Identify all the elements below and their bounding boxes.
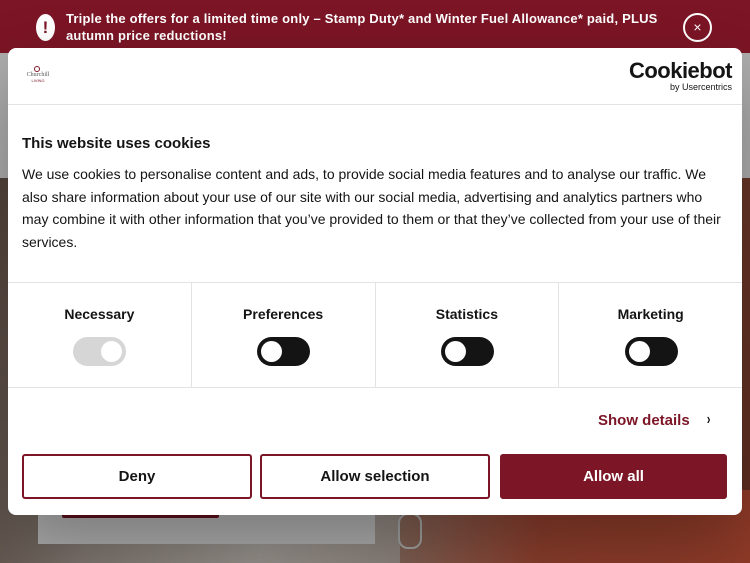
dialog-title: This website uses cookies [22, 135, 211, 152]
necessary-toggle [73, 337, 127, 366]
alert-icon: ! [36, 14, 55, 41]
marketing-toggle[interactable] [624, 337, 678, 366]
category-label: Necessary [64, 306, 135, 322]
category-label: Statistics [435, 306, 498, 322]
cookiebot-logo[interactable]: Cookiebot by Usercentrics [622, 58, 733, 94]
toggle-knob [628, 341, 650, 362]
cookie-consent-dialog: Churchill LIVING Cookiebot by Usercentri… [8, 48, 742, 515]
show-details-link[interactable]: Show details › [598, 408, 711, 432]
promo-banner: ! Triple the offers for a limited time o… [0, 0, 750, 53]
category-marketing: Marketing [559, 283, 742, 387]
logo-subtitle: LIVING [31, 78, 45, 83]
category-necessary: Necessary [8, 283, 192, 387]
close-icon[interactable]: × [683, 13, 712, 42]
dialog-header: Churchill LIVING Cookiebot by Usercentri… [8, 48, 742, 105]
category-label: Marketing [617, 306, 684, 322]
preferences-toggle[interactable] [257, 337, 311, 366]
cookiebot-subtitle: by Usercentrics [669, 82, 732, 92]
statistics-toggle[interactable] [440, 337, 494, 366]
deny-button[interactable]: Deny [22, 454, 252, 499]
cookiebot-title: Cookiebot [628, 58, 733, 83]
promo-text: Triple the offers for a limited time onl… [66, 11, 658, 43]
dialog-body: We use cookies to personalise content an… [22, 166, 721, 250]
cookie-categories: Necessary Preferences Statistics Marketi… [8, 282, 742, 388]
churchill-logo: Churchill LIVING [24, 66, 52, 88]
category-statistics: Statistics [376, 283, 560, 387]
toggle-knob [261, 341, 283, 362]
show-details-label: Show details [598, 411, 690, 429]
toggle-knob [444, 341, 466, 362]
chevron-right-icon: › [706, 411, 711, 428]
category-label: Preferences [243, 306, 324, 322]
allow-selection-button[interactable]: Allow selection [260, 454, 490, 499]
allow-all-button[interactable]: Allow all [500, 454, 727, 499]
category-preferences: Preferences [192, 283, 376, 387]
toggle-knob [101, 341, 123, 362]
